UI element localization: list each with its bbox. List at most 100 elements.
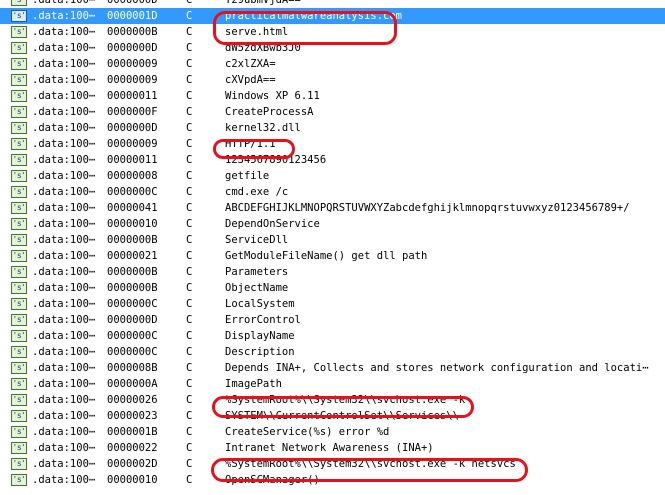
string-cell: DisplayName	[225, 330, 295, 342]
string-cell: cmd.exe /c	[225, 186, 289, 198]
length-cell: 00000010	[107, 218, 158, 230]
string-type-icon: 's'	[11, 154, 27, 166]
address-cell: .data:100⋯	[32, 474, 96, 486]
string-cell: practicalmalwareanalysis.com	[225, 10, 403, 22]
length-cell: 0000000D	[107, 314, 158, 326]
type-cell: C	[186, 362, 193, 374]
type-cell: C	[186, 170, 193, 182]
string-row[interactable]: 's' .data:100⋯ 0000000B Cserve.html	[0, 24, 665, 40]
address-cell: .data:100⋯	[32, 298, 96, 310]
length-cell: 00000023	[107, 410, 158, 422]
address-cell: .data:100⋯	[32, 186, 96, 198]
length-cell: 0000000C	[107, 330, 158, 342]
type-cell: C	[186, 266, 193, 278]
string-row[interactable]: 's' .data:100⋯ 0000000D C ErrorControl	[0, 312, 665, 328]
type-cell: C	[186, 314, 193, 326]
length-cell: 0000000C	[107, 186, 158, 198]
address-cell: .data:100⋯	[32, 234, 96, 246]
string-row[interactable]: 's' .data:100⋯ 00000009 C HTTP/1.1	[0, 136, 665, 152]
string-type-icon: 's'	[11, 250, 27, 262]
string-row[interactable]: 's' .data:100⋯ 00000022 C Intranet Network A…	[0, 440, 665, 456]
string-cell: SYSTEM\\CurrentControlSet\\Services\\	[225, 410, 459, 422]
type-cell: C	[186, 0, 193, 6]
address-cell: .data:100⋯	[32, 378, 96, 390]
string-row[interactable]: 's' .data:100⋯ 0000001B C CreateService(%s) …	[0, 424, 665, 440]
string-row[interactable]: 's' .data:100⋯ 00000011 C Windows XP 6.11	[0, 88, 665, 104]
string-type-icon: 's'	[11, 234, 27, 246]
string-row[interactable]: 's' .data:100⋯ 0000000C C DisplayName	[0, 328, 665, 344]
string-row[interactable]: 's' .data:100⋯ 00000023 C SYSTEM\\CurrentCon…	[0, 408, 665, 424]
string-type-icon: 's'	[11, 58, 27, 70]
string-row[interactable]: 's' .data:100⋯ 0000000C Ccmd.exe /c	[0, 184, 665, 200]
string-row[interactable]: 's' .data:100⋯ 00000010 C OpenSCManager()	[0, 472, 665, 488]
string-row[interactable]: 's' .data:100⋯ 0000000B C ObjectName	[0, 280, 665, 296]
type-cell: C	[186, 74, 193, 86]
string-row[interactable]: 's' .data:100⋯ 00000021 C GetModuleFileName(…	[0, 248, 665, 264]
string-row[interactable]: 's' .data:100⋯ 0000000B C Parameters	[0, 264, 665, 280]
string-cell: ErrorControl	[225, 314, 301, 326]
address-cell: .data:100⋯	[32, 154, 96, 166]
string-cell: ABCDEFGHIJKLMNOPQRSTUVWXYZabcdefghijklmn…	[225, 202, 630, 214]
string-row[interactable]: 's' .data:100⋯ 0000002D C %SystemRoot%\\Syst…	[0, 456, 665, 472]
address-cell: .data:100⋯	[32, 170, 96, 182]
type-cell: C	[186, 458, 193, 470]
address-cell: .data:100⋯	[32, 330, 96, 342]
string-row[interactable]: 's' .data:100⋯ 0000000B C ServiceDll	[0, 232, 665, 248]
string-row[interactable]: 's' .data:100⋯ 00000009 Cc2xlZXA=	[0, 56, 665, 72]
string-row[interactable]: 's' .data:100⋯ 00000009 CcXVpdA==	[0, 72, 665, 88]
string-type-icon: 's'	[11, 106, 27, 118]
string-type-icon: 's'	[11, 410, 27, 422]
address-cell: .data:100⋯	[32, 58, 96, 70]
string-row[interactable]: 's' .data:100⋯ 0000000C C LocalSystem	[0, 296, 665, 312]
address-cell: .data:100⋯	[32, 10, 96, 22]
string-cell: DependOnService	[225, 218, 320, 230]
string-type-icon: 's'	[11, 394, 27, 406]
address-cell: .data:100⋯	[32, 42, 96, 54]
address-cell: .data:100⋯	[32, 346, 96, 358]
type-cell: C	[186, 250, 193, 262]
string-row[interactable]: 's' .data:100⋯ 0000000F C CreateProcessA	[0, 104, 665, 120]
string-type-icon: 's'	[11, 442, 27, 454]
length-cell: 00000009	[107, 58, 158, 70]
string-type-icon: 's'	[11, 42, 27, 54]
string-type-icon: 's'	[11, 186, 27, 198]
address-cell: .data:100⋯	[32, 202, 96, 214]
string-cell: %SystemRoot%\\System32\\svchost.exe -k n…	[225, 458, 516, 470]
length-cell: 0000000D	[107, 122, 158, 134]
string-row[interactable]: 's' .data:100⋯ 00000026 C %SystemRoot%\\Syst…	[0, 392, 665, 408]
string-row[interactable]: 's' .data:100⋯ 0000000C C Description	[0, 344, 665, 360]
string-type-icon: 's'	[11, 346, 27, 358]
length-cell: 00000026	[107, 394, 158, 406]
string-row[interactable]: 's' .data:100⋯ 0000000D CdW5zdXBwb3J0	[0, 40, 665, 56]
length-cell: 0000000B	[107, 234, 158, 246]
string-cell: CreateProcessA	[225, 106, 314, 118]
string-row[interactable]: 's' .data:100⋯ 0000001D Cpracticalmalwarean…	[0, 8, 665, 24]
string-type-icon: 's'	[11, 266, 27, 278]
strings-list[interactable]: 's' .data:100⋯ 0000000D C Y29ubmVjdA== 's' .da…	[0, 0, 665, 495]
string-row[interactable]: 's' .data:100⋯ 00000008 Cgetfile	[0, 168, 665, 184]
string-type-icon: 's'	[11, 26, 27, 38]
string-row[interactable]: 's' .data:100⋯ 00000041 C ABCDEFGHIJKLMNOPQR…	[0, 200, 665, 216]
string-type-icon: 's'	[11, 122, 27, 134]
string-row[interactable]: 's' .data:100⋯ 0000000D Ckernel32.dll	[0, 120, 665, 136]
type-cell: C	[186, 442, 193, 454]
length-cell: 0000001B	[107, 426, 158, 438]
type-cell: C	[186, 394, 193, 406]
string-cell: Depends INA+, Collects and stores networ…	[225, 362, 649, 374]
type-cell: C	[186, 474, 193, 486]
string-row[interactable]: 's' .data:100⋯ 00000011 C 1234567890123456	[0, 152, 665, 168]
length-cell: 00000008	[107, 170, 158, 182]
string-row[interactable]: 's' .data:100⋯ 0000008B C Depends INA+, Coll…	[0, 360, 665, 376]
string-cell: 1234567890123456	[225, 154, 327, 166]
address-cell: .data:100⋯	[32, 74, 96, 86]
address-cell: .data:100⋯	[32, 442, 96, 454]
string-cell: CreateService(%s) error %d	[225, 426, 390, 438]
address-cell: .data:100⋯	[32, 282, 96, 294]
length-cell: 0000008B	[107, 362, 158, 374]
length-cell: 00000010	[107, 474, 158, 486]
length-cell: 0000002D	[107, 458, 158, 470]
string-row[interactable]: 's' .data:100⋯ 0000000A C ImagePath	[0, 376, 665, 392]
string-row[interactable]: 's' .data:100⋯ 0000000D C Y29ubmVjdA==	[0, 0, 665, 8]
address-cell: .data:100⋯	[32, 458, 96, 470]
string-row[interactable]: 's' .data:100⋯ 00000010 C DependOnService	[0, 216, 665, 232]
